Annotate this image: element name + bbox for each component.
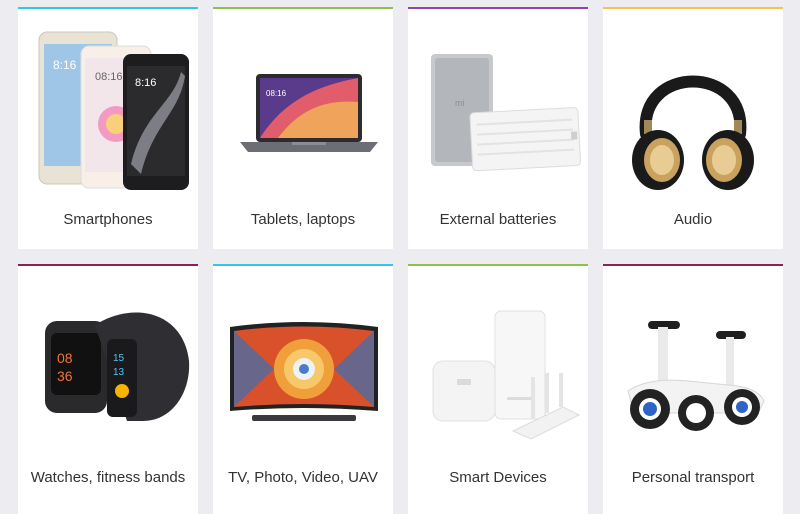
category-card-watches-fitness-bands[interactable]: 08 36 15 13 Watches, fitness bands: [18, 264, 198, 514]
card-accent-bar: [603, 264, 783, 266]
category-card-smartphones[interactable]: 8:16 08:16 8:16 Smartphones: [18, 7, 198, 249]
card-accent-bar: [18, 264, 198, 266]
svg-text:13: 13: [113, 367, 125, 378]
category-card-tv-photo-video-uav[interactable]: TV, Photo, Video, UAV: [213, 264, 393, 514]
card-accent-bar: [213, 264, 393, 266]
category-label: Watches, fitness bands: [30, 469, 186, 486]
category-label: Tablets, laptops: [250, 211, 356, 228]
smart-devices-icon: [408, 278, 588, 454]
card-accent-bar: [408, 264, 588, 266]
category-label: External batteries: [439, 211, 557, 228]
category-card-tablets-laptops[interactable]: 08:16 Tablets, laptops: [213, 7, 393, 249]
category-card-audio[interactable]: Audio: [603, 7, 783, 249]
svg-text:08:16: 08:16: [95, 71, 123, 83]
tv-icon: [213, 278, 393, 454]
power-bank-icon: mi: [408, 21, 588, 197]
svg-text:mi: mi: [455, 98, 465, 108]
category-card-personal-transport[interactable]: Personal transport: [603, 264, 783, 514]
smartphones-icon: 8:16 08:16 8:16: [18, 21, 198, 197]
headphones-icon: [603, 21, 783, 197]
laptop-icon: 08:16: [213, 21, 393, 197]
category-card-external-batteries[interactable]: mi External batteries: [408, 7, 588, 249]
category-label: Smartphones: [63, 211, 153, 228]
svg-text:8:16: 8:16: [135, 77, 156, 89]
category-card-smart-devices[interactable]: Smart Devices: [408, 264, 588, 514]
scooter-icon: [603, 278, 783, 454]
svg-text:08:16: 08:16: [266, 89, 287, 98]
smartwatch-icon: 08 36 15 13: [18, 278, 198, 454]
card-accent-bar: [18, 7, 198, 9]
svg-text:15: 15: [113, 353, 125, 364]
category-grid: 8:16 08:16 8:16 Smartphones 08:16 Tablet…: [18, 7, 783, 514]
svg-text:36: 36: [57, 368, 73, 384]
card-accent-bar: [603, 7, 783, 9]
svg-text:08: 08: [57, 350, 73, 366]
category-label: Audio: [673, 211, 713, 228]
category-label: Personal transport: [631, 469, 755, 486]
svg-text:8:16: 8:16: [53, 58, 77, 72]
category-label: Smart Devices: [449, 469, 547, 486]
category-label: TV, Photo, Video, UAV: [228, 469, 378, 486]
card-accent-bar: [408, 7, 588, 9]
card-accent-bar: [213, 7, 393, 9]
